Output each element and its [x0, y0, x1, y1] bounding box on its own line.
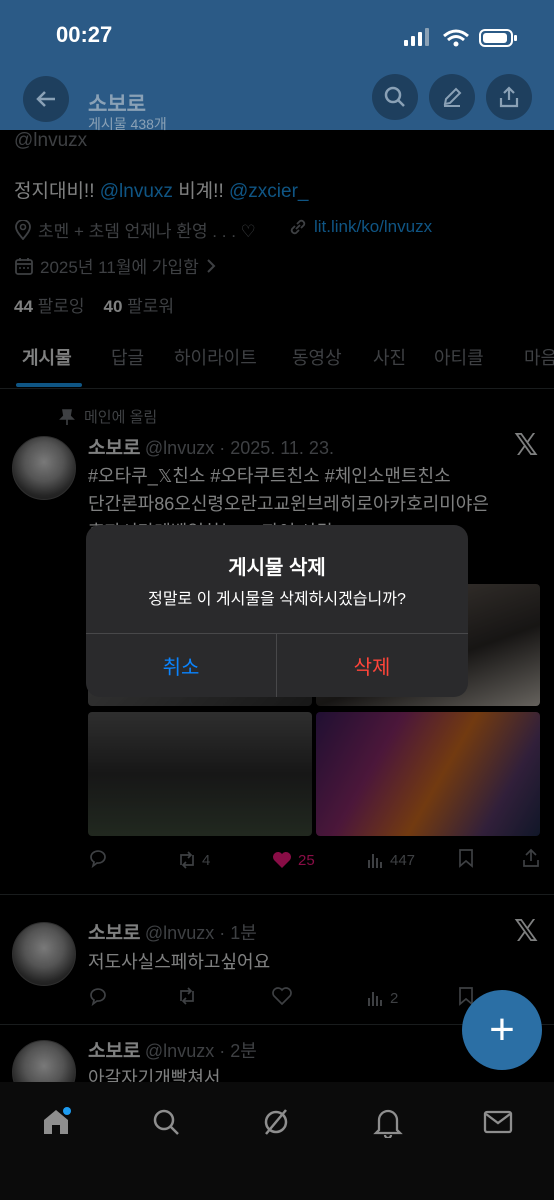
home-icon: [44, 1107, 71, 1134]
share-button[interactable]: [486, 74, 532, 120]
search-icon: [153, 1109, 179, 1135]
nav-grok[interactable]: [256, 1102, 296, 1142]
plus-icon: +: [489, 1005, 515, 1054]
cancel-button[interactable]: 취소: [86, 633, 276, 697]
delete-dialog: 게시물 삭제 정말로 이 게시물을 삭제하시겠습니까? 취소 삭제: [86, 525, 468, 697]
nav-notifications[interactable]: [368, 1102, 408, 1142]
dialog-title: 게시물 삭제: [228, 557, 326, 579]
arrow-left-icon: [36, 91, 55, 107]
dialog-message: 정말로 이 게시물을 삭제하시겠습니까?: [148, 591, 406, 608]
search-icon: [384, 86, 405, 107]
bottom-nav: [0, 1082, 554, 1200]
compose-button[interactable]: +: [462, 990, 542, 1070]
search-button[interactable]: [372, 74, 418, 120]
mail-icon: [483, 1110, 513, 1134]
top-bar: [0, 0, 554, 130]
nav-home[interactable]: [36, 1102, 76, 1142]
edit-button[interactable]: [429, 74, 475, 120]
back-button[interactable]: [23, 76, 69, 122]
share-icon: [499, 86, 519, 108]
status-time: 00:27: [56, 22, 113, 47]
nav-messages[interactable]: [478, 1102, 518, 1142]
nav-search[interactable]: [146, 1102, 186, 1142]
bell-icon: [373, 1109, 403, 1138]
status-icons: [404, 28, 520, 53]
pencil-icon: [443, 87, 462, 107]
delete-button[interactable]: 삭제: [277, 633, 467, 697]
grok-icon: [264, 1109, 288, 1135]
